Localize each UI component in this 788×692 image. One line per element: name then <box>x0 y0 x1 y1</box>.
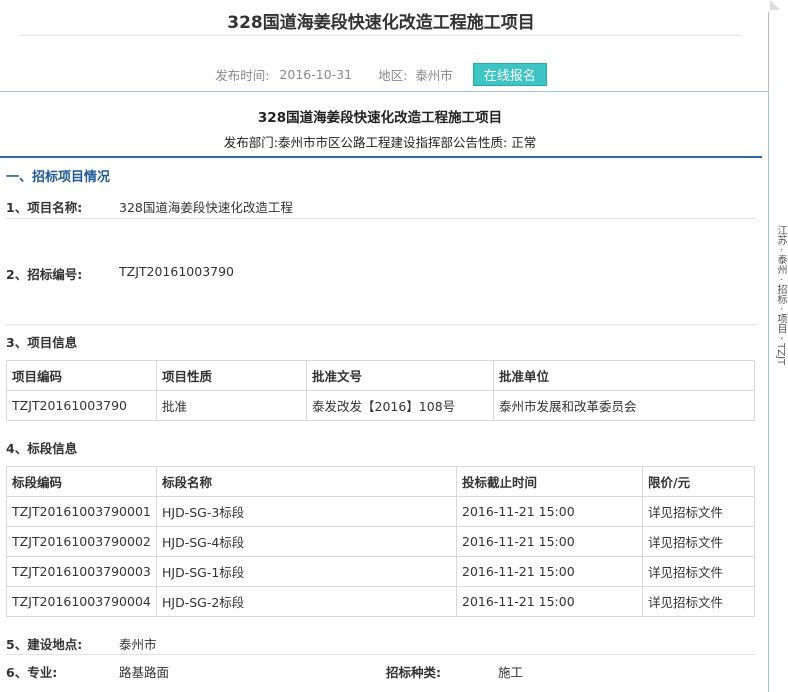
section-divider <box>0 156 762 158</box>
side-vertical-text: 江苏 · 泰州 · 招标 · 项目 · TZJT <box>775 225 786 366</box>
lot-info-table: 标段编码 标段名称 投标截止时间 限价/元 TZJT20161003790001… <box>6 466 755 617</box>
title-divider <box>20 35 740 36</box>
table-row: TZJT20161003790003 HJD-SG-1标段 2016-11-21… <box>6 556 755 587</box>
table-header-cell: 标段名称 <box>156 466 457 497</box>
table-cell: HJD-SG-2标段 <box>156 586 457 617</box>
table-cell: HJD-SG-1标段 <box>156 556 457 587</box>
table-header-cell: 限价/元 <box>642 466 755 497</box>
row-divider <box>6 218 756 219</box>
bid-number-value: TZJT20161003790 <box>119 264 235 279</box>
table-header-row: 项目编码 项目性质 批准文号 批准单位 <box>6 360 755 391</box>
table-cell: 2016-11-21 15:00 <box>456 496 643 527</box>
table-cell: TZJT20161003790004 <box>6 586 157 617</box>
table-cell: 2016-11-21 15:00 <box>456 586 643 617</box>
table-row: TZJT20161003790 批准 泰发改发【2016】108号 泰州市发展和… <box>6 390 755 421</box>
table-cell: 泰发改发【2016】108号 <box>306 390 494 421</box>
publish-date: 2016-10-31 <box>279 67 353 82</box>
publish-label: 发布时间: <box>215 68 270 83</box>
page-title: 328国道海姜段快速化改造工程施工项目 <box>227 13 535 33</box>
table-cell: 详见招标文件 <box>642 586 755 617</box>
table-cell: HJD-SG-3标段 <box>156 496 457 527</box>
table-cell: 批准 <box>156 390 307 421</box>
table-cell: 泰州市发展和改革委员会 <box>493 390 755 421</box>
scroll-corner-icon <box>770 0 780 10</box>
build-location-label: 5、建设地点: <box>6 637 83 652</box>
table-cell: TZJT20161003790 <box>6 390 157 421</box>
project-name-label: 1、项目名称: <box>6 200 83 215</box>
table-cell: 2016-11-21 15:00 <box>456 556 643 587</box>
table-row: TZJT20161003790001 HJD-SG-3标段 2016-11-21… <box>6 496 755 527</box>
bid-number-label: 2、招标编号: <box>6 267 83 282</box>
row-divider <box>6 654 756 655</box>
project-info-label: 3、项目信息 <box>6 335 78 350</box>
specialty-label: 6、专业: <box>6 665 58 680</box>
announcement-panel: 328国道海姜段快速化改造工程施工项目 发布部门:泰州市市区公路工程建设指挥部公… <box>0 91 769 692</box>
table-header-cell: 投标截止时间 <box>456 466 643 497</box>
table-header-cell: 项目性质 <box>156 360 307 391</box>
section-heading-project: 一、招标项目情况 <box>6 170 111 185</box>
table-cell: 详见招标文件 <box>642 526 755 557</box>
table-header-cell: 标段编码 <box>6 466 157 497</box>
table-header-cell: 批准文号 <box>306 360 494 391</box>
row-divider <box>6 324 756 325</box>
table-cell: 详见招标文件 <box>642 496 755 527</box>
build-location-value: 泰州市 <box>119 637 157 652</box>
project-info-table: 项目编码 项目性质 批准文号 批准单位 TZJT20161003790 批准 泰… <box>6 360 755 421</box>
specialty-value: 路基路面 <box>119 665 170 680</box>
table-cell: 详见招标文件 <box>642 556 755 587</box>
bid-type-label: 招标种类: <box>386 665 441 680</box>
bid-type-value: 施工 <box>498 665 524 680</box>
lot-info-label: 4、标段信息 <box>6 441 78 456</box>
publish-meta: 发布时间: 2016-10-31 地区: 泰州市 在线报名 <box>0 63 762 86</box>
project-name-value: 328国道海姜段快速化改造工程 <box>119 200 293 215</box>
region-label: 地区: <box>378 68 408 83</box>
table-header-cell: 批准单位 <box>493 360 755 391</box>
table-header-cell: 项目编码 <box>6 360 157 391</box>
table-cell: TZJT20161003790001 <box>6 496 157 527</box>
table-row: TZJT20161003790002 HJD-SG-4标段 2016-11-21… <box>6 526 755 557</box>
online-signup-button[interactable]: 在线报名 <box>472 63 547 86</box>
panel-title: 328国道海姜段快速化改造工程施工项目 <box>257 110 503 126</box>
table-cell: TZJT20161003790002 <box>6 526 157 557</box>
region-value: 泰州市 <box>415 68 453 83</box>
table-cell: TZJT20161003790003 <box>6 556 157 587</box>
panel-subtitle: 发布部门:泰州市市区公路工程建设指挥部公告性质: 正常 <box>223 135 537 150</box>
table-row: TZJT20161003790004 HJD-SG-2标段 2016-11-21… <box>6 586 755 617</box>
table-header-row: 标段编码 标段名称 投标截止时间 限价/元 <box>6 466 755 497</box>
table-cell: 2016-11-21 15:00 <box>456 526 643 557</box>
table-cell: HJD-SG-4标段 <box>156 526 457 557</box>
